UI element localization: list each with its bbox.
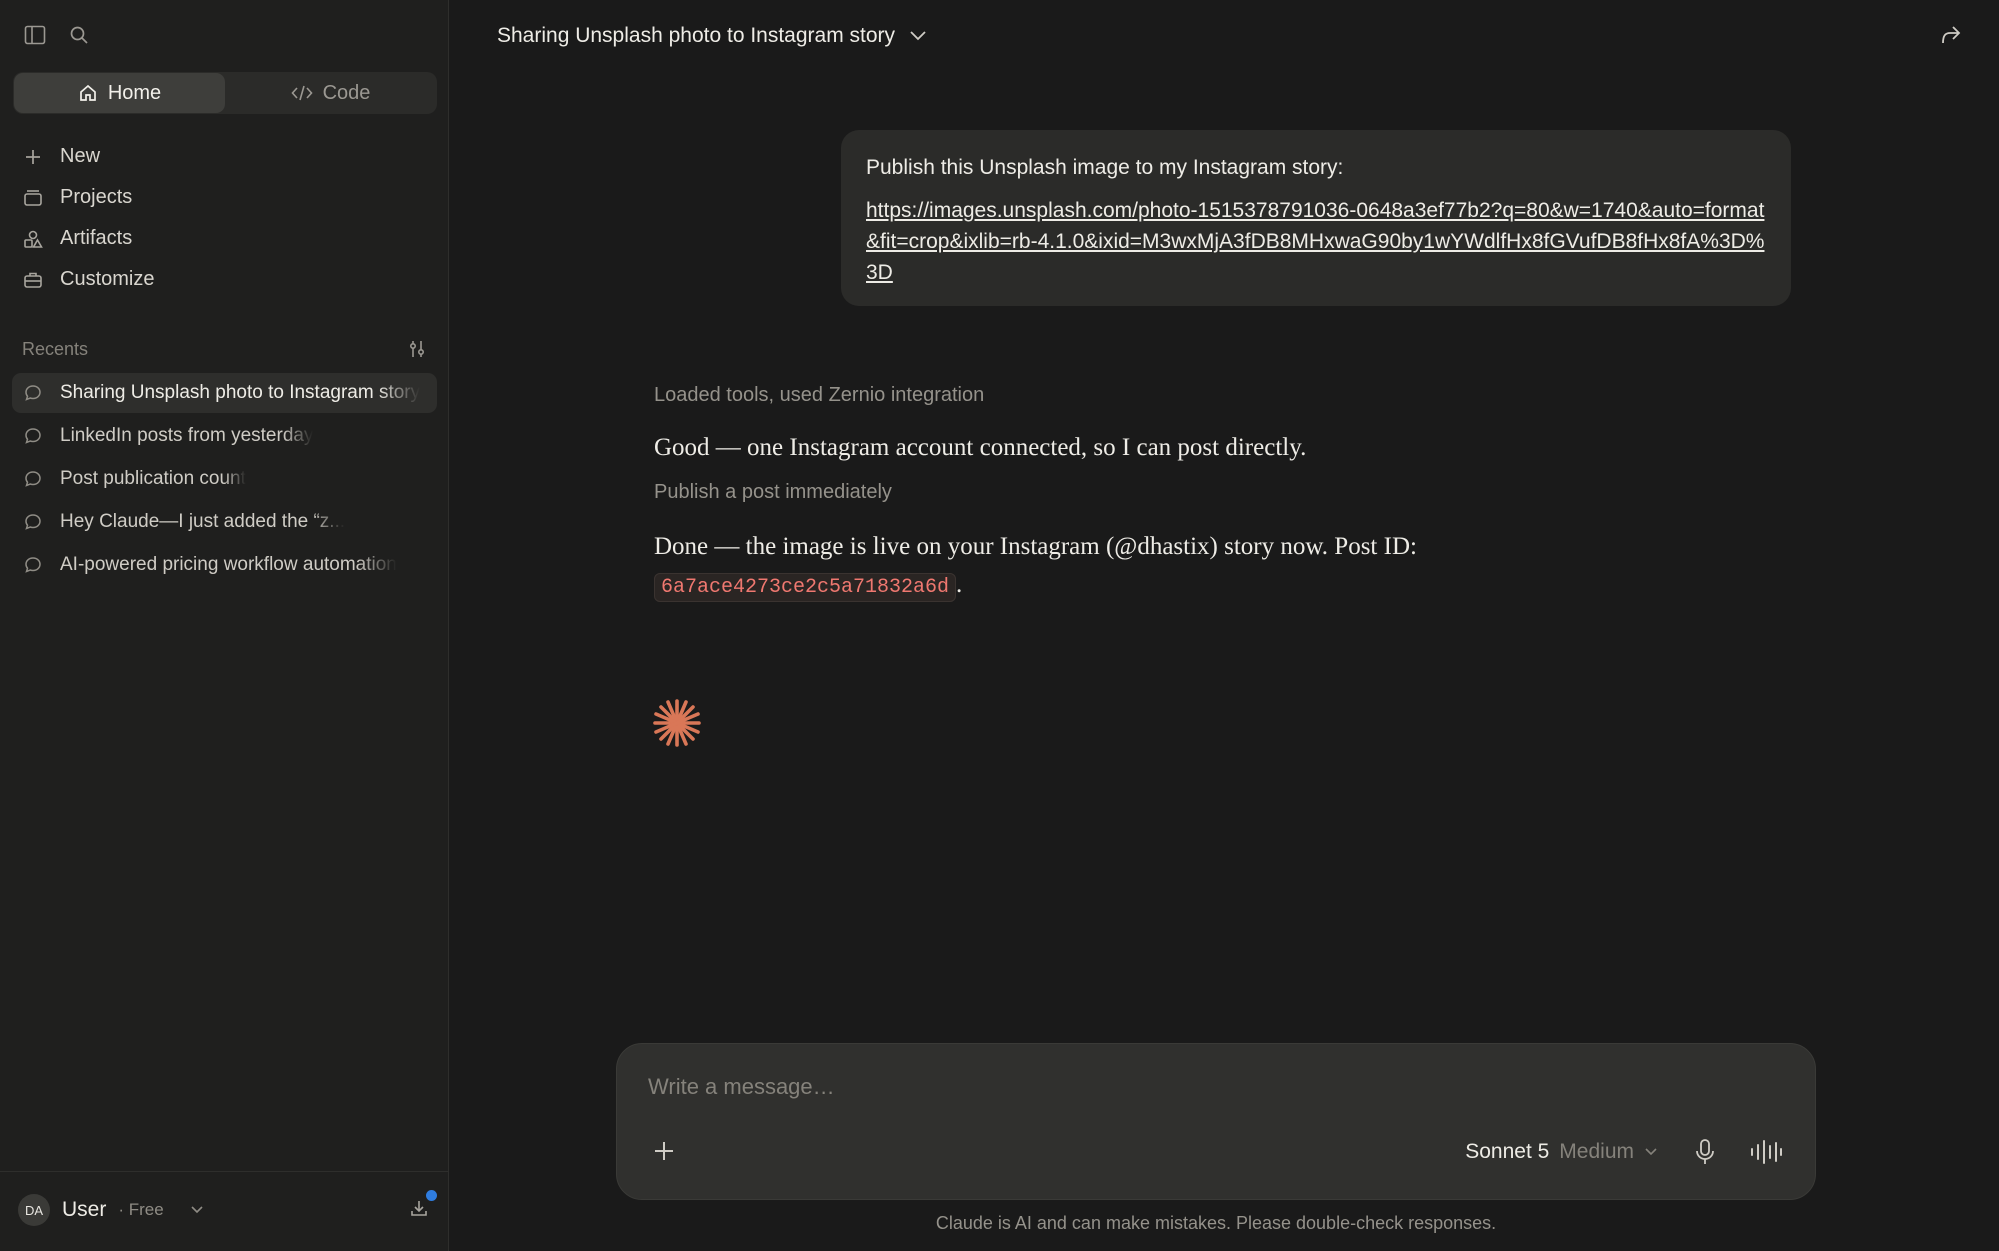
user-menu[interactable]: DA User · Free [18,1194,204,1226]
recent-item[interactable]: Post publication count [12,459,437,499]
home-icon [79,84,96,101]
recent-item-label: Post publication count [60,468,246,489]
recent-item-label: AI-powered pricing workflow automation [60,554,397,575]
chat-bubble-icon [24,556,44,574]
voice-mode-button[interactable] [1749,1138,1783,1171]
model-effort: Medium [1559,1140,1634,1163]
chevron-down-icon [909,30,927,42]
recent-item[interactable]: Hey Claude—I just added the “z... [12,502,437,542]
microphone-icon [1696,1139,1714,1164]
download-icon [411,1201,427,1216]
microphone-button[interactable] [1694,1138,1716,1171]
tool-status-line[interactable]: Publish a post immediately [654,481,1654,504]
recent-item[interactable]: LinkedIn posts from yesterday [12,416,437,456]
chat-bubble-icon [24,384,44,402]
notification-dot [426,1190,437,1201]
sidebar: Home Code New Projects Artifacts Customi… [0,0,449,1251]
sidebar-toolbar [22,22,92,48]
sidebar-toggle-icon[interactable] [22,22,48,48]
download-button[interactable] [409,1190,437,1223]
chat-bubble-icon [24,470,44,488]
folder-icon [22,189,44,207]
recent-item[interactable]: Sharing Unsplash photo to Instagram stor… [12,373,437,413]
claude-spark-icon [653,699,701,747]
chat-title: Sharing Unsplash photo to Instagram stor… [497,24,896,47]
recents-list: Sharing Unsplash photo to Instagram stor… [12,373,437,588]
nav-projects-label: Projects [60,186,133,208]
recents-title: Recents [22,338,89,359]
share-button[interactable] [1939,24,1963,51]
post-id: 6a7ace4273ce2c5a71832a6d [654,573,957,602]
user-message: Publish this Unsplash image to my Instag… [841,130,1791,306]
assistant-response: Good — one Instagram account connected, … [654,434,1307,461]
nav-artifacts[interactable]: Artifacts [22,218,154,259]
message-input[interactable] [648,1074,1748,1100]
assistant-response-text: Done — the image is live on your Instagr… [654,533,1417,560]
disclaimer: Claude is AI and can make mistakes. Plea… [935,1213,1497,1233]
assistant-response: Done — the image is live on your Instagr… [654,528,1654,607]
model-name: Sonnet 5 [1465,1140,1550,1163]
plus-icon [22,148,44,166]
recent-item[interactable]: AI-powered pricing workflow automation [12,545,437,585]
nav-artifacts-label: Artifacts [60,227,133,249]
response-period: . [956,571,963,598]
avatar: DA [18,1194,50,1226]
code-tab[interactable]: Code [225,73,436,113]
nav-new[interactable]: New [22,136,154,177]
unsplash-link[interactable]: https://images.unsplash.com/photo-151537… [866,195,1766,288]
nav-projects[interactable]: Projects [22,177,154,218]
main-panel: Sharing Unsplash photo to Instagram stor… [450,0,1999,1251]
briefcase-icon [22,271,44,289]
recent-item-label: Sharing Unsplash photo to Instagram stor… [60,382,421,403]
recent-item-label: LinkedIn posts from yesterday [60,425,314,446]
user-message-text: Publish this Unsplash image to my Instag… [866,156,1344,179]
code-tab-label: Code [322,81,371,104]
assistant-message: Loaded tools, used Zernio integration Go… [654,384,1654,607]
model-selector[interactable]: Sonnet 5 Medium [1465,1140,1658,1164]
home-tab-label: Home [107,81,162,104]
chat-title-menu[interactable]: Sharing Unsplash photo to Instagram stor… [497,24,927,48]
user-name: User [62,1198,107,1221]
home-tab[interactable]: Home [14,73,225,113]
waveform-icon [1751,1140,1782,1164]
nav-new-label: New [60,145,101,167]
search-icon[interactable] [66,22,92,48]
mode-switch: Home Code [13,72,437,114]
add-attachment-button[interactable] [653,1140,675,1167]
chat-bubble-icon [24,427,44,445]
composer: Sonnet 5 Medium [616,1043,1816,1200]
chevron-down-icon [1644,1147,1658,1157]
shapes-icon [22,229,44,249]
filter-icon[interactable] [404,336,430,362]
nav-customize[interactable]: Customize [22,259,154,300]
code-icon [291,85,313,101]
recent-item-label: Hey Claude—I just added the “z... [60,511,346,532]
nav-customize-label: Customize [60,268,155,290]
recents-header: Recents [22,336,430,362]
plus-icon [655,1142,673,1160]
sidebar-nav: New Projects Artifacts Customize [22,136,154,300]
chevron-down-icon [190,1205,204,1215]
sidebar-footer: DA User · Free [0,1171,449,1251]
chat-bubble-icon [24,513,44,531]
user-plan: · Free [118,1200,164,1219]
app: Home Code New Projects Artifacts Customi… [0,0,1999,1251]
tool-status-line[interactable]: Loaded tools, used Zernio integration [654,384,1654,407]
share-icon [1942,26,1961,44]
